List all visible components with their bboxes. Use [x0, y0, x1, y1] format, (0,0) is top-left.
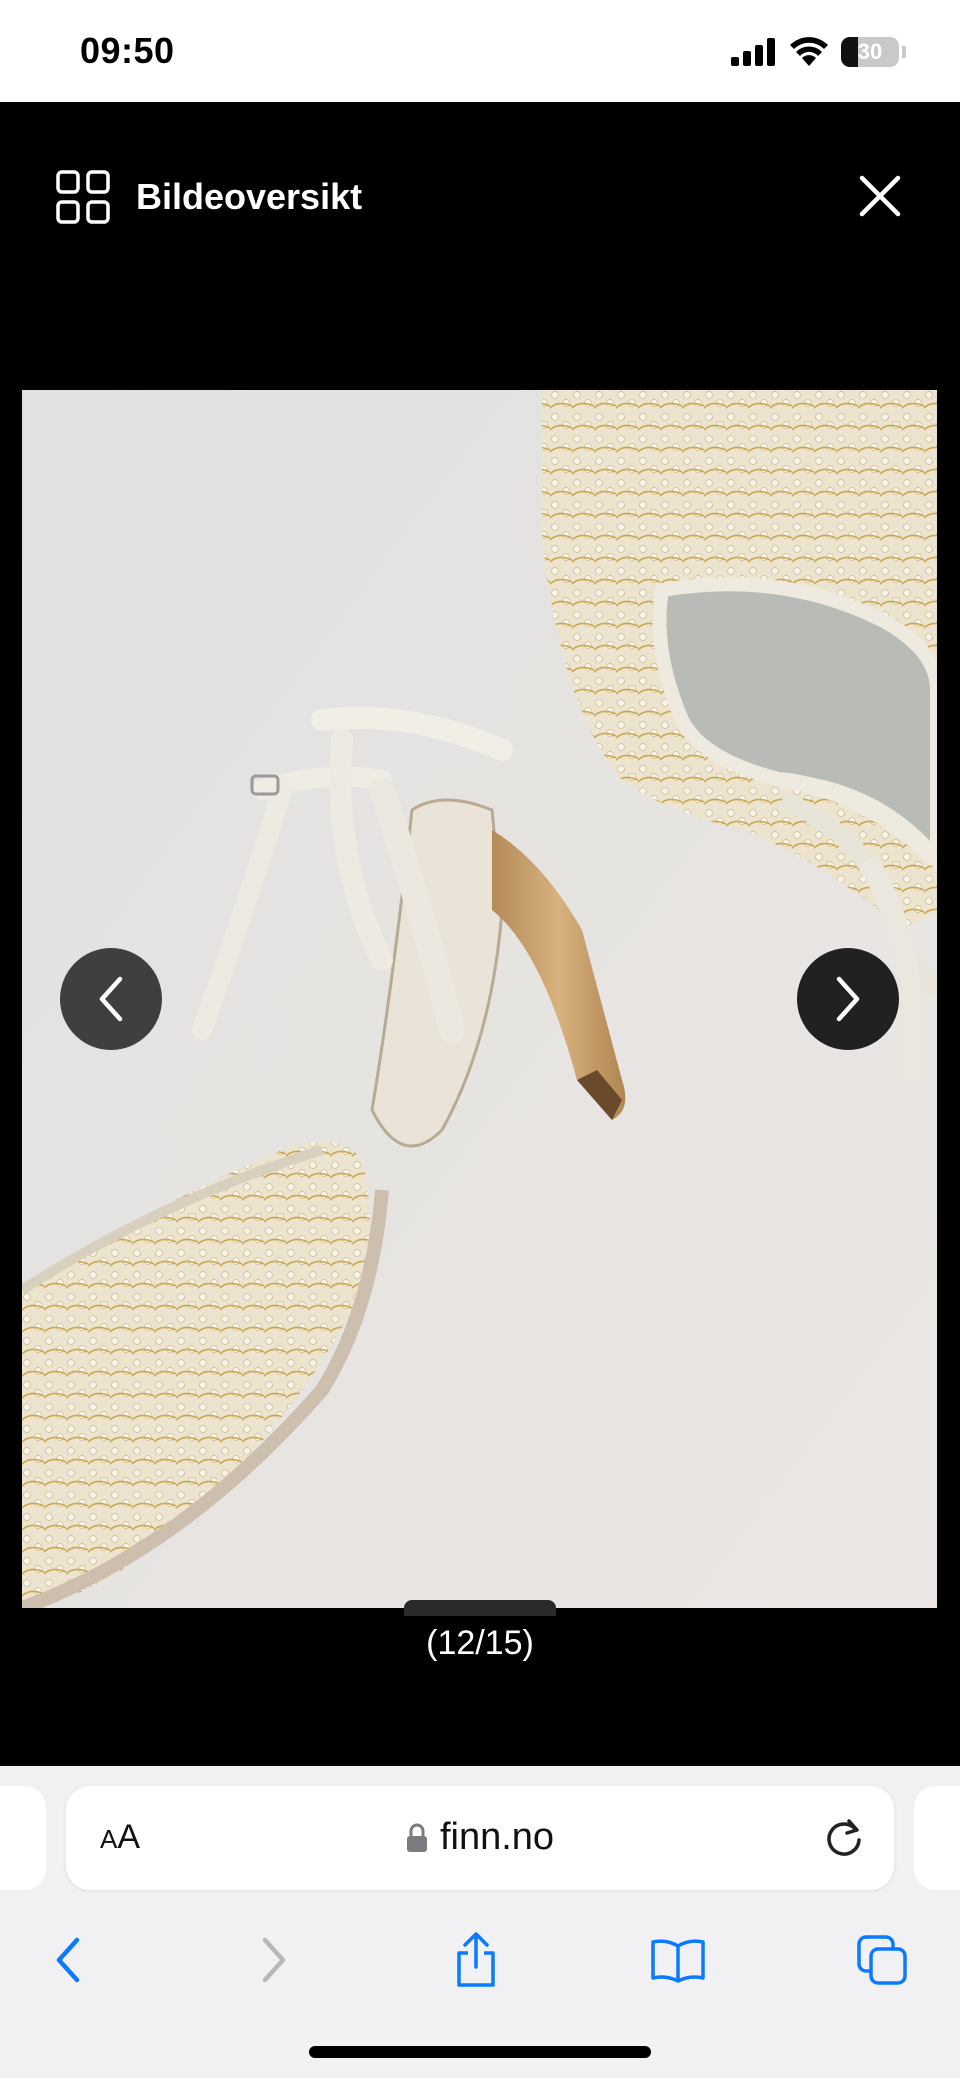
previous-image-button[interactable]	[60, 948, 162, 1050]
tabs-button[interactable]	[852, 1930, 912, 1990]
reload-button[interactable]	[822, 1816, 866, 1860]
lock-icon	[406, 1823, 427, 1852]
battery-icon: 30	[841, 37, 899, 67]
bookmarks-icon	[651, 1939, 705, 1983]
status-time: 09:50	[80, 30, 175, 71]
previous-tab-peek[interactable]	[0, 1786, 46, 1890]
address-bar[interactable]: AA finn.no	[66, 1786, 894, 1890]
status-bar: 09:50 30	[0, 0, 960, 102]
share-button[interactable]	[446, 1930, 506, 1990]
viewer-header: Bildeoversikt	[0, 102, 960, 282]
status-icons: 30	[731, 34, 906, 70]
chevron-right-icon	[836, 976, 860, 1022]
next-image-button[interactable]	[797, 948, 899, 1050]
back-icon	[56, 1937, 80, 1983]
cellular-signal-icon	[731, 38, 775, 66]
browser-bottom-bar: AA finn.no	[0, 1766, 960, 2078]
close-icon	[859, 175, 901, 217]
chevron-left-icon	[99, 976, 123, 1022]
grid-icon	[56, 170, 110, 224]
home-indicator	[309, 2046, 651, 2058]
browser-toolbar	[0, 1910, 960, 2010]
next-tab-peek[interactable]	[914, 1786, 960, 1890]
battery-level: 30	[857, 39, 883, 64]
reload-icon	[827, 1819, 861, 1856]
image-overview-label: Bildeoversikt	[136, 176, 363, 217]
forward-button[interactable]	[244, 1930, 304, 1990]
image-counter: (12/15)	[426, 1624, 534, 1662]
tabs-icon	[857, 1935, 907, 1985]
close-button[interactable]	[856, 172, 904, 220]
wifi-icon	[790, 37, 828, 66]
bookmarks-button[interactable]	[648, 1930, 708, 1990]
url-display[interactable]: finn.no	[66, 1816, 894, 1859]
back-button[interactable]	[38, 1930, 98, 1990]
forward-icon	[262, 1937, 286, 1983]
share-icon	[457, 1932, 495, 1987]
photo-handle	[404, 1600, 556, 1616]
battery-cap	[902, 46, 906, 58]
url-text: finn.no	[439, 1816, 555, 1858]
image-overview-button[interactable]: Bildeoversikt	[56, 170, 362, 224]
